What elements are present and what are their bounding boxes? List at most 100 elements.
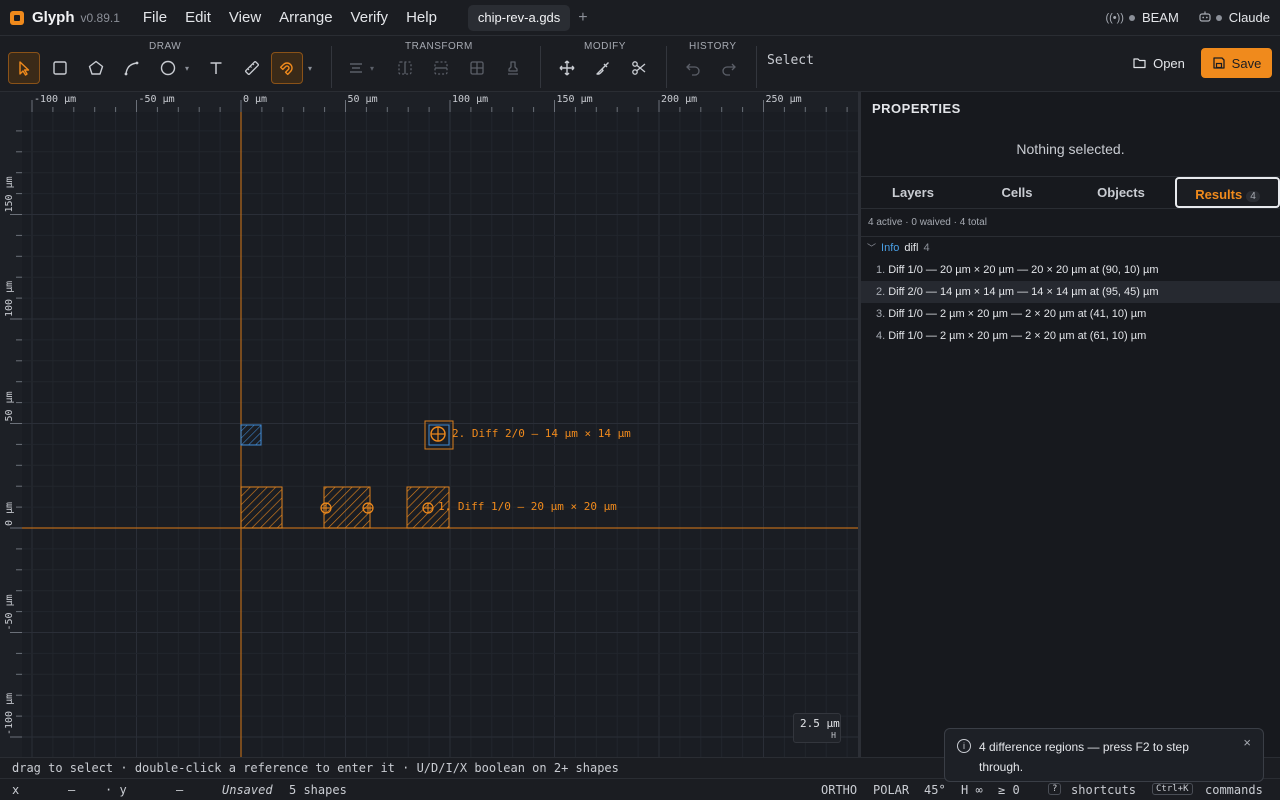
severity-label: Info <box>881 241 900 254</box>
difference-label-2: 2. Diff 2/0 — 14 µm × 14 µm <box>452 427 631 440</box>
tab-cells[interactable]: Cells <box>965 177 1069 208</box>
canvas-drawing[interactable]: -100 µm -50 µm 0 µm 50 µm 100 µm 150 µm 200 µm… <box>0 92 858 757</box>
group-label-draw: DRAW <box>149 41 182 52</box>
app-logo: Glyph v0.89.1 <box>10 9 120 26</box>
polygon-tool-button[interactable] <box>80 52 112 84</box>
result-index: 4. <box>876 330 886 342</box>
claude-status[interactable]: Claude <box>1189 10 1280 25</box>
new-tab-button[interactable]: + <box>578 9 587 27</box>
chevron-down-icon[interactable]: ▾ <box>370 64 374 73</box>
result-item[interactable]: 2. Diff 2/0 — 14 µm × 14 µm — 14 × 14 µm … <box>861 281 1280 303</box>
magnet-icon <box>279 62 293 76</box>
shortcuts-link[interactable]: shortcuts <box>1071 783 1136 797</box>
toast-message: 4 difference regions — press F2 to step … <box>979 740 1189 774</box>
diff1-shape[interactable] <box>240 486 283 529</box>
undo-icon <box>686 63 700 76</box>
ruler-tool-button[interactable] <box>236 52 268 84</box>
rectangle-tool-button[interactable] <box>44 52 76 84</box>
crosshair-icon <box>430 426 446 442</box>
beam-status[interactable]: ((•)) BEAM <box>1095 10 1188 25</box>
result-text: Diff 2/0 — 14 µm × 14 µm — 14 × 14 µm at… <box>888 286 1159 298</box>
rule-count: 4 <box>923 241 930 254</box>
shape-count: 5 shapes <box>289 783 347 797</box>
diff2-shape[interactable] <box>428 424 450 446</box>
close-icon[interactable]: × <box>1243 735 1251 750</box>
align-icon <box>350 63 362 73</box>
diff2-shape[interactable] <box>240 424 262 446</box>
menu-verify[interactable]: Verify <box>342 9 398 26</box>
snap-tool-button[interactable] <box>271 52 303 84</box>
ruler-label: 150 µm <box>4 176 15 212</box>
result-item[interactable]: 3. Diff 1/0 — 2 µm × 20 µm — 2 × 20 µm at… <box>861 303 1280 325</box>
save-button[interactable]: Save <box>1201 48 1272 78</box>
ruler-icon <box>245 61 259 75</box>
text-icon <box>210 62 222 74</box>
curve-path-icon <box>124 61 139 76</box>
chevron-down-icon[interactable]: ▾ <box>185 64 189 73</box>
angle-setting[interactable]: 45° <box>924 783 946 797</box>
menu-file[interactable]: File <box>134 9 176 26</box>
flip-horizontal-button[interactable] <box>389 52 421 84</box>
move-button[interactable] <box>551 52 583 84</box>
hint-text: drag to select · double-click a referenc… <box>12 761 619 775</box>
paint-button[interactable] <box>587 52 619 84</box>
shortcut-key: ? <box>1048 783 1062 795</box>
rectangle-icon <box>53 61 67 75</box>
select-tool-button[interactable] <box>8 52 40 84</box>
info-icon: i <box>957 739 971 753</box>
y-value: — <box>176 783 184 797</box>
redo-button[interactable] <box>713 52 745 84</box>
h-setting[interactable]: H ∞ <box>961 783 983 797</box>
circle-tool-button[interactable] <box>152 52 184 84</box>
chevron-down-icon[interactable]: ﹀ <box>867 241 876 254</box>
grid-array-icon <box>470 61 484 75</box>
array-button[interactable] <box>461 52 493 84</box>
path-tool-button[interactable] <box>116 52 148 84</box>
layout-canvas[interactable]: -100 µm -50 µm 0 µm 50 µm 100 µm 150 µm 200 µm… <box>0 92 858 757</box>
results-group[interactable]: ﹀ Info difl 4 <box>867 241 930 254</box>
undo-button[interactable] <box>677 52 709 84</box>
tab-label: Results <box>1195 187 1243 202</box>
save-icon <box>1213 57 1225 69</box>
ruler-label: -100 µm <box>34 94 76 105</box>
result-text: Diff 1/0 — 2 µm × 20 µm — 2 × 20 µm at (… <box>888 330 1147 342</box>
toolbar-separator <box>756 46 757 88</box>
menu-view[interactable]: View <box>220 9 270 26</box>
menu-help[interactable]: Help <box>397 9 446 26</box>
chevron-down-icon[interactable]: ▾ <box>308 64 312 73</box>
file-tab[interactable]: chip-rev-a.gds <box>467 4 571 31</box>
results-count-badge: 4 <box>1246 191 1260 202</box>
y-label: · y <box>105 783 127 797</box>
ruler-label: 100 µm <box>4 281 15 317</box>
result-item[interactable]: 1. Diff 1/0 — 20 µm × 20 µm — 20 × 20 µm … <box>861 259 1280 281</box>
tab-objects[interactable]: Objects <box>1069 177 1173 208</box>
scale-axis: H <box>831 731 836 740</box>
menubar: Glyph v0.89.1 File Edit View Arrange Ver… <box>0 0 1280 36</box>
rule-name: difl <box>904 241 919 254</box>
flip-vertical-icon <box>434 61 448 75</box>
cut-button[interactable] <box>623 52 655 84</box>
text-tool-button[interactable] <box>200 52 232 84</box>
open-button[interactable]: Open <box>1126 48 1192 78</box>
menu-edit[interactable]: Edit <box>176 9 220 26</box>
ortho-toggle[interactable]: ORTHO <box>821 783 857 797</box>
tab-results[interactable]: Results 4 <box>1175 177 1280 208</box>
scale-indicator: 2.5 µm H <box>793 713 841 743</box>
align-button[interactable] <box>340 52 372 84</box>
flip-vertical-button[interactable] <box>425 52 457 84</box>
menu-arrange[interactable]: Arrange <box>270 9 341 26</box>
ruler-label: -50 µm <box>4 594 15 630</box>
ruler-label: 150 µm <box>557 94 593 105</box>
difference-label-1: 1. Diff 1/0 — 20 µm × 20 µm <box>438 500 617 513</box>
tab-label: Objects <box>1097 185 1145 200</box>
tab-layers[interactable]: Layers <box>861 177 965 208</box>
ruler-label: 0 µm <box>4 502 15 526</box>
tab-label: Cells <box>1001 185 1033 200</box>
stamp-button[interactable] <box>497 52 529 84</box>
polar-toggle[interactable]: POLAR <box>873 783 909 797</box>
min-setting[interactable]: ≥ 0 <box>998 783 1020 797</box>
result-item[interactable]: 4. Diff 1/0 — 2 µm × 20 µm — 2 × 20 µm at… <box>861 325 1280 347</box>
toolbar-separator <box>331 46 332 88</box>
commands-key: Ctrl+K <box>1152 783 1193 795</box>
commands-link[interactable]: commands <box>1205 783 1263 797</box>
